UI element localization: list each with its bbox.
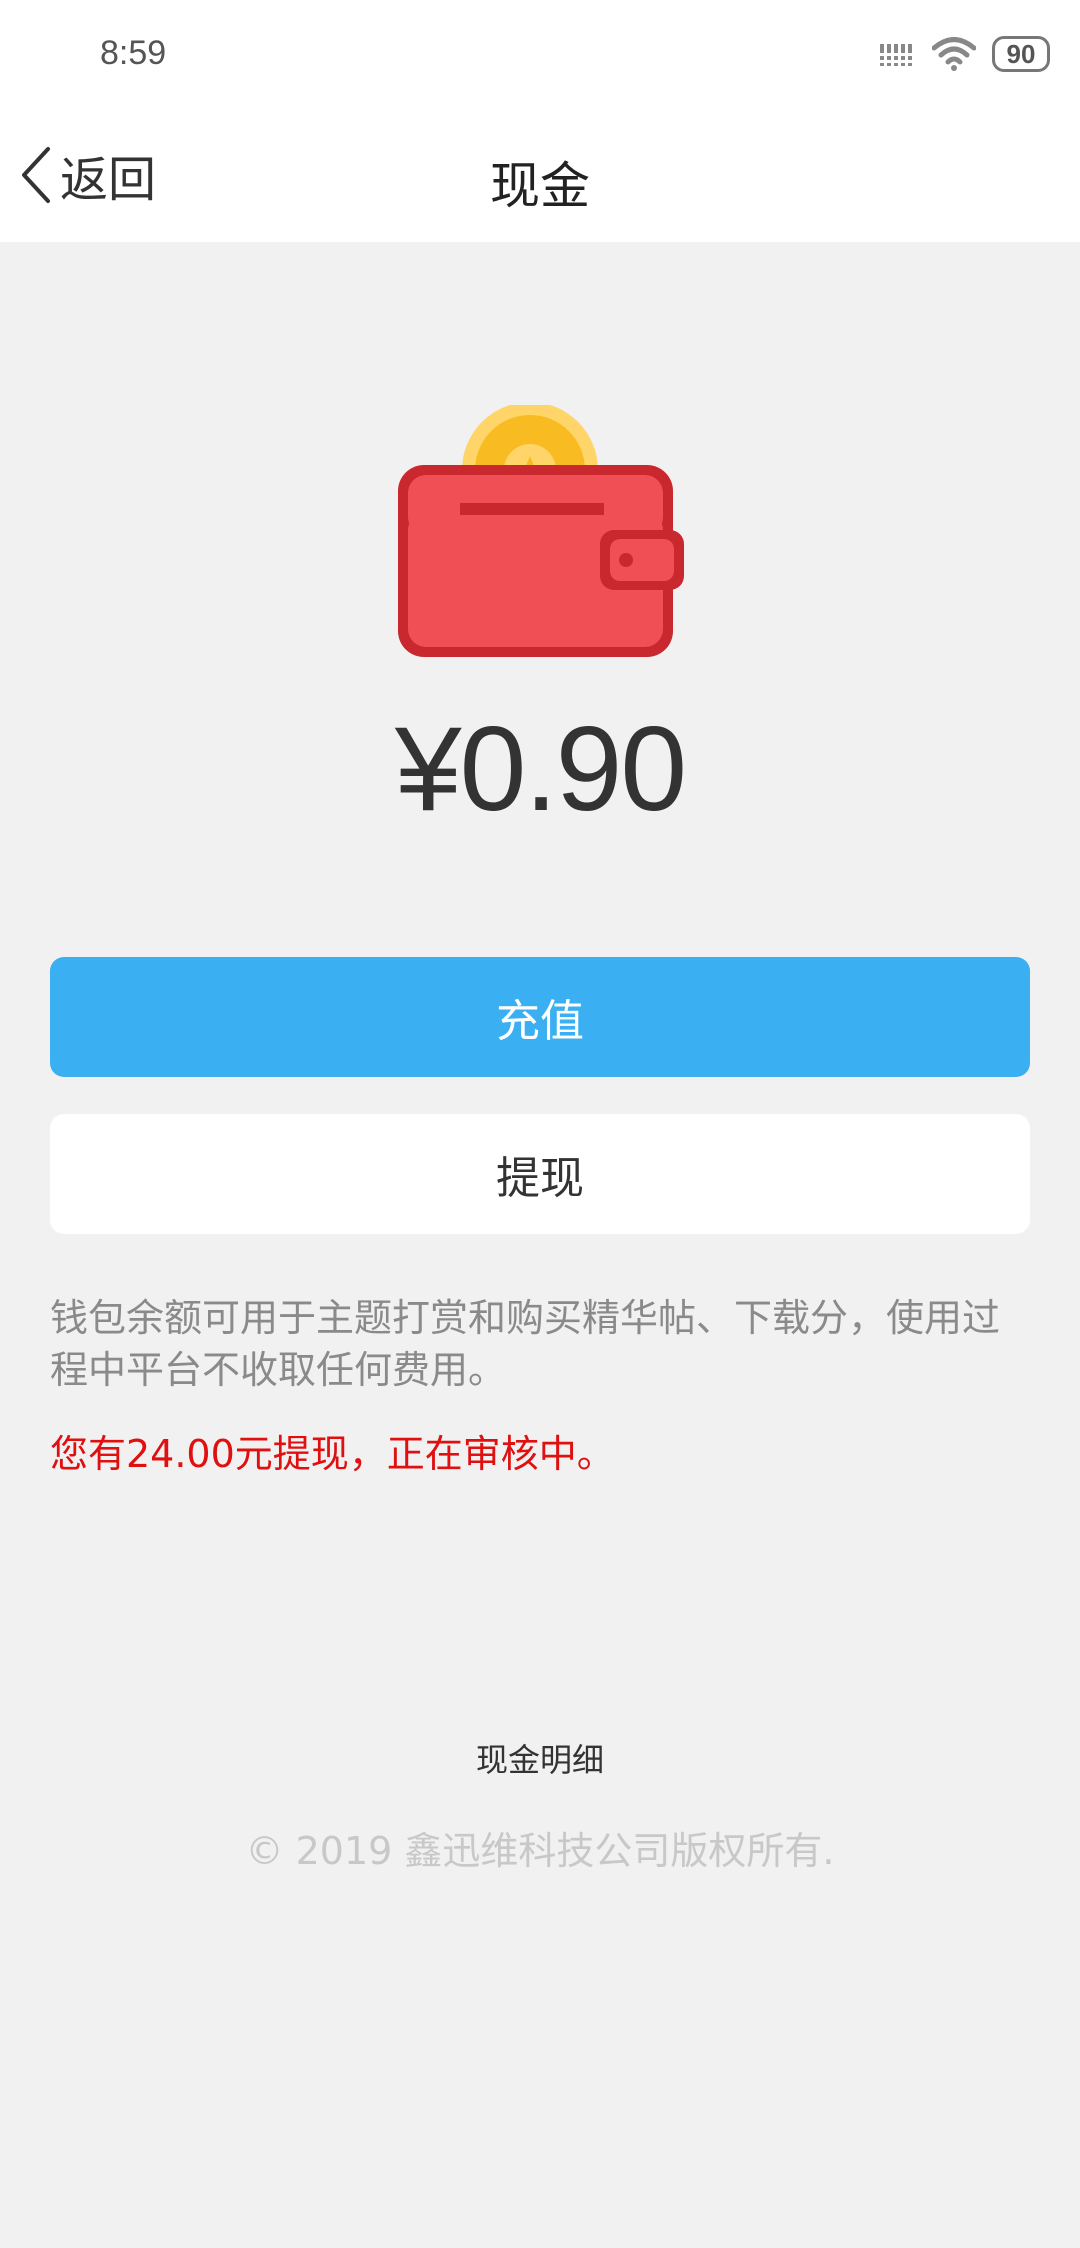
wallet-coin-icon <box>398 405 684 657</box>
balance-amount: ¥0.90 <box>394 702 687 836</box>
status-icons: 90 <box>880 34 1050 74</box>
signal-icon <box>880 44 912 66</box>
pending-withdraw-notice: 您有24.00元提现，正在审核中。 <box>50 1432 615 1476</box>
copyright-text: © 2019 鑫迅维科技公司版权所有. <box>245 1829 835 1873</box>
wallet-description: 钱包余额可用于主题打赏和购买精华帖、下载分，使用过程中平台不收取任何费用。 <box>50 1296 1001 1392</box>
wifi-icon <box>932 37 976 71</box>
battery-indicator: 90 <box>992 36 1050 72</box>
status-bar: 8:59 90 <box>0 0 1080 110</box>
withdraw-button[interactable]: 提现 <box>50 1114 1030 1234</box>
page-title: 现金 <box>490 157 590 215</box>
cash-detail-link[interactable]: 现金明细 <box>0 1735 1080 1781</box>
recharge-button[interactable]: 充值 <box>50 957 1030 1077</box>
nav-bar: 返回 现金 <box>0 110 1080 242</box>
battery-level: 90 <box>1006 38 1036 69</box>
status-time: 8:59 <box>100 34 167 72</box>
